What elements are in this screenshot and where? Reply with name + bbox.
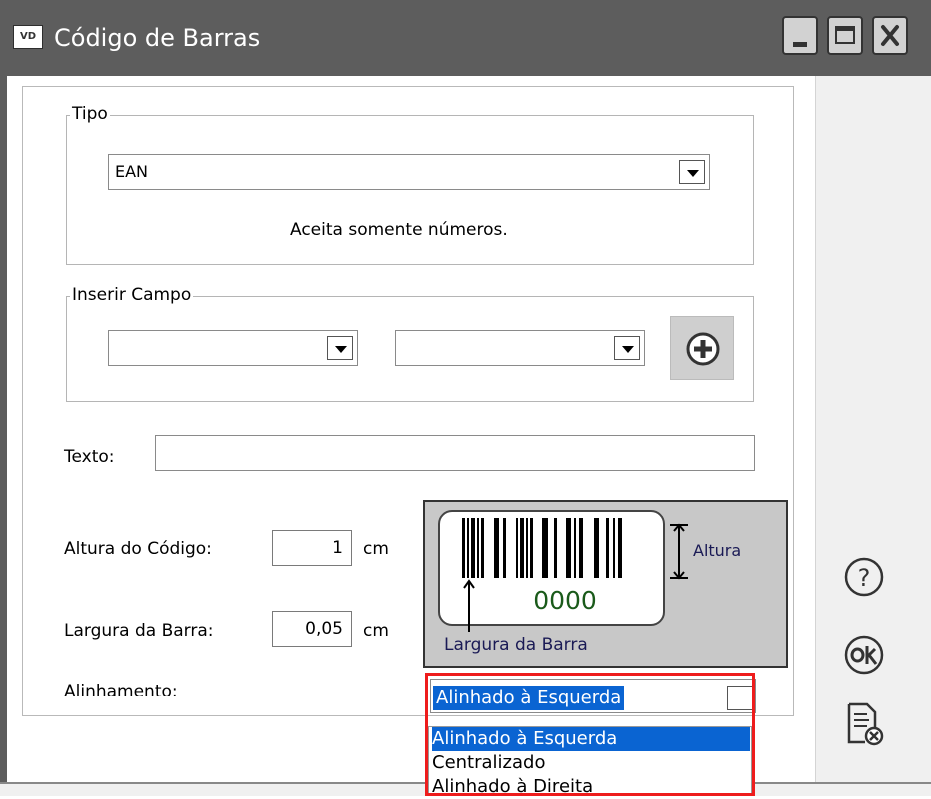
altura-unit: cm xyxy=(363,539,389,559)
svg-text:?: ? xyxy=(858,564,871,592)
altura-input[interactable]: 1 xyxy=(272,530,352,566)
texto-label: Texto: xyxy=(64,447,115,467)
tipo-select[interactable]: EAN xyxy=(108,154,710,190)
chevron-down-icon[interactable] xyxy=(614,336,640,360)
close-button[interactable] xyxy=(872,16,908,55)
window-title: Código de Barras xyxy=(54,24,261,52)
largura-label: Largura da Barra: xyxy=(64,621,214,641)
app-icon: VD xyxy=(13,25,43,49)
chevron-down-icon[interactable] xyxy=(327,336,353,360)
field-select-1[interactable] xyxy=(108,330,358,366)
tipo-group xyxy=(66,115,754,265)
ok-icon xyxy=(844,635,884,675)
texto-input[interactable] xyxy=(155,435,755,471)
width-dimension-label: Largura da Barra xyxy=(444,635,588,655)
tipo-hint: Aceita somente números. xyxy=(290,220,508,240)
help-button[interactable]: ? xyxy=(843,556,885,598)
alinhamento-label: Alinhamento: xyxy=(64,682,178,696)
alinhamento-label-clip: Alinhamento: xyxy=(40,680,420,696)
ok-button[interactable] xyxy=(843,634,885,676)
plus-circle-icon xyxy=(686,332,720,366)
highlight-box xyxy=(425,673,755,796)
maximize-button[interactable] xyxy=(827,16,863,55)
barcode-bars xyxy=(462,518,622,578)
width-dimension-icon xyxy=(463,579,475,632)
largura-input[interactable]: 0,05 xyxy=(272,611,352,647)
largura-unit: cm xyxy=(363,621,389,641)
height-dimension-label: Altura xyxy=(693,541,742,560)
cancel-button[interactable] xyxy=(843,700,885,746)
chevron-down-icon[interactable] xyxy=(679,160,705,184)
help-icon: ? xyxy=(844,557,884,597)
add-field-button[interactable] xyxy=(670,316,734,380)
close-icon xyxy=(881,25,899,46)
minimize-icon xyxy=(793,42,807,47)
altura-label: Altura do Código: xyxy=(64,539,212,559)
cancel-document-icon xyxy=(847,702,884,746)
tipo-legend: Tipo xyxy=(70,104,110,124)
tipo-selected-value: EAN xyxy=(115,162,149,181)
barcode-digits: 0000 xyxy=(533,586,597,615)
height-dimension-icon xyxy=(670,523,688,580)
field-select-2[interactable] xyxy=(395,330,645,366)
minimize-button[interactable] xyxy=(782,16,818,55)
action-panel xyxy=(815,76,931,782)
maximize-icon xyxy=(835,26,855,44)
window-frame xyxy=(0,76,7,796)
inserir-campo-legend: Inserir Campo xyxy=(70,285,194,305)
